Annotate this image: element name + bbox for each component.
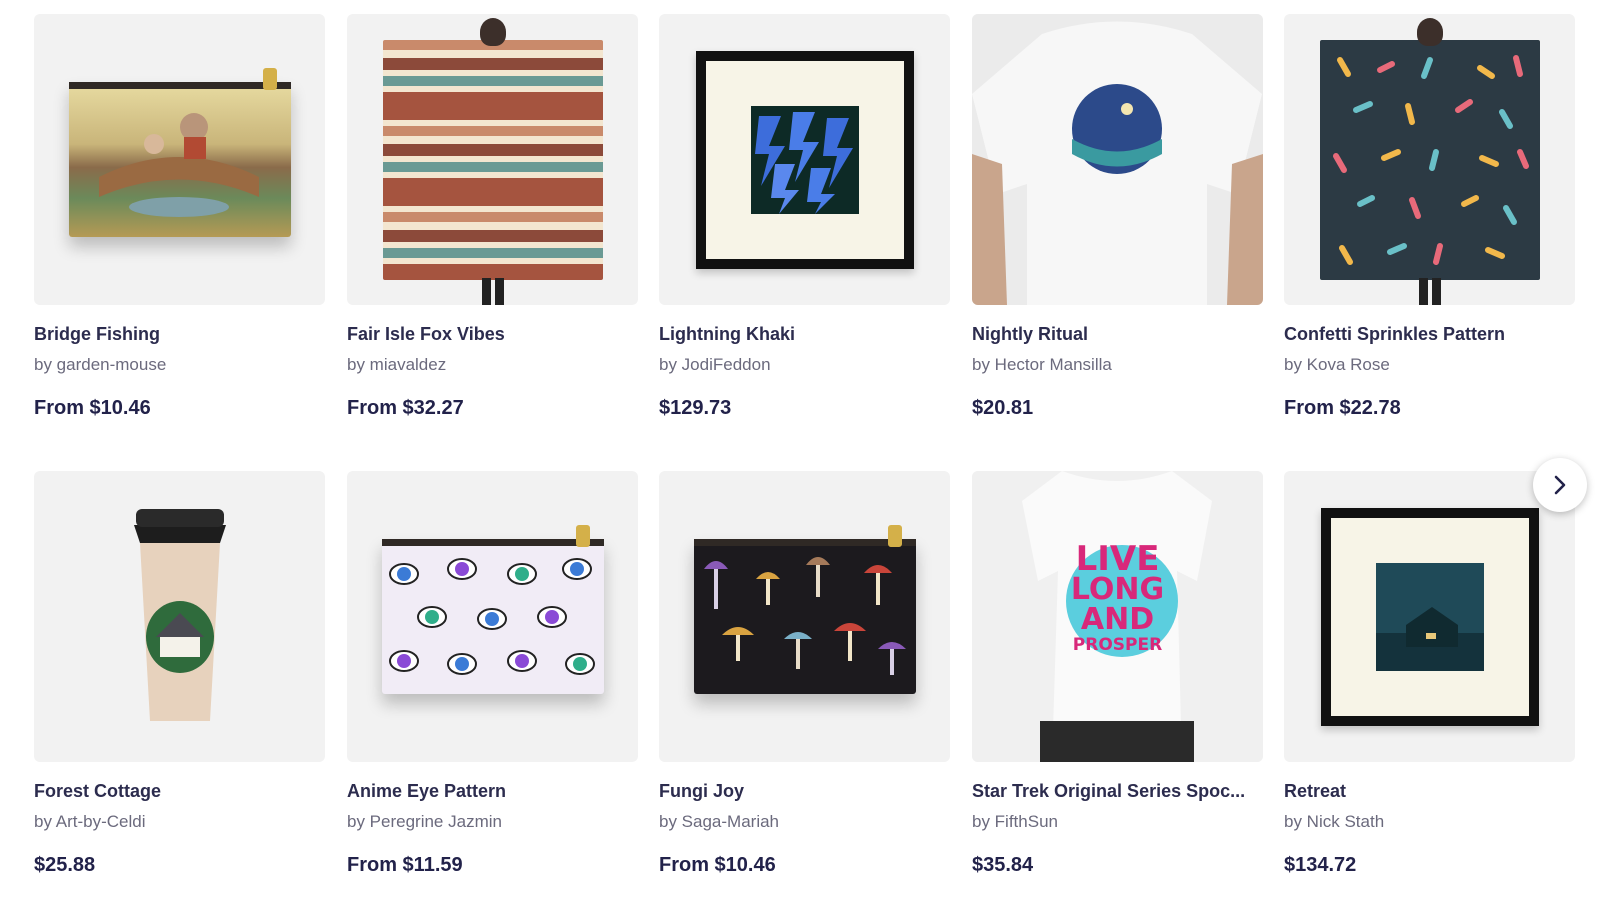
product-title[interactable]: Lightning Khaki: [659, 324, 950, 345]
product-card[interactable]: LIVE LONG AND PROSPER Star Trek Original…: [972, 471, 1263, 877]
product-artist[interactable]: by Peregrine Jazmin: [347, 812, 638, 832]
product-card[interactable]: Lightning Khaki by JodiFeddon $129.73: [659, 14, 950, 420]
product-title[interactable]: Fair Isle Fox Vibes: [347, 324, 638, 345]
product-artist[interactable]: by garden-mouse: [34, 355, 325, 375]
product-price: $129.73: [659, 397, 732, 419]
product-title[interactable]: Nightly Ritual: [972, 324, 1263, 345]
product-artist[interactable]: by Saga-Mariah: [659, 812, 950, 832]
product-grid: Bridge Fishing by garden-mouse From $10.…: [0, 0, 1600, 900]
product-card[interactable]: Anime Eye Pattern by Peregrine Jazmin Fr…: [347, 471, 638, 877]
product-image[interactable]: [659, 471, 950, 762]
product-image[interactable]: [972, 14, 1263, 305]
product-image[interactable]: [347, 471, 638, 762]
product-title[interactable]: Star Trek Original Series Spoc...: [972, 781, 1263, 802]
tshirt-print-line: PROSPER: [1072, 635, 1163, 655]
product-price: $25.88: [34, 854, 96, 876]
product-card[interactable]: Bridge Fishing by garden-mouse From $10.…: [34, 14, 325, 420]
product-image[interactable]: [34, 471, 325, 762]
product-artist[interactable]: by FifthSun: [972, 812, 1263, 832]
product-artist[interactable]: by Art-by-Celdi: [34, 812, 325, 832]
product-image[interactable]: [1284, 471, 1575, 762]
product-artist[interactable]: by Kova Rose: [1284, 355, 1575, 375]
product-image[interactable]: [659, 14, 950, 305]
product-title[interactable]: Forest Cottage: [34, 781, 325, 802]
product-card[interactable]: Fungi Joy by Saga-Mariah From $10.46: [659, 471, 950, 877]
product-image[interactable]: LIVE LONG AND PROSPER: [972, 471, 1263, 762]
product-artist[interactable]: by JodiFeddon: [659, 355, 950, 375]
product-price: From $22.78: [1284, 397, 1401, 419]
product-card[interactable]: Forest Cottage by Art-by-Celdi $25.88: [34, 471, 325, 877]
tshirt-print-line: LONG: [1070, 572, 1165, 607]
product-title[interactable]: Bridge Fishing: [34, 324, 325, 345]
tshirt-print-line: AND: [1080, 602, 1155, 637]
product-image[interactable]: [1284, 14, 1575, 305]
product-card[interactable]: Confetti Sprinkles Pattern by Kova Rose …: [1284, 14, 1575, 420]
product-card[interactable]: Fair Isle Fox Vibes by miavaldez From $3…: [347, 14, 638, 420]
product-price: From $32.27: [347, 397, 464, 419]
product-card[interactable]: Retreat by Nick Stath $134.72: [1284, 471, 1575, 877]
product-image[interactable]: [347, 14, 638, 305]
product-artist[interactable]: by miavaldez: [347, 355, 638, 375]
product-title[interactable]: Confetti Sprinkles Pattern: [1284, 324, 1575, 345]
product-title[interactable]: Anime Eye Pattern: [347, 781, 638, 802]
product-price: From $10.46: [659, 854, 776, 876]
chevron-right-icon: [1554, 475, 1566, 495]
product-price: $134.72: [1284, 854, 1357, 876]
product-card[interactable]: Nightly Ritual by Hector Mansilla $20.81: [972, 14, 1263, 420]
tshirt-print: LIVE LONG AND PROSPER: [972, 539, 1263, 655]
product-artist[interactable]: by Hector Mansilla: [972, 355, 1263, 375]
product-artist[interactable]: by Nick Stath: [1284, 812, 1575, 832]
product-price: $20.81: [972, 397, 1034, 419]
product-image[interactable]: [34, 14, 325, 305]
tshirt-print-line: LIVE: [1075, 539, 1160, 579]
product-title[interactable]: Retreat: [1284, 781, 1575, 802]
product-title[interactable]: Fungi Joy: [659, 781, 950, 802]
product-price: From $10.46: [34, 397, 151, 419]
product-price: From $11.59: [347, 854, 463, 876]
product-price: $35.84: [972, 854, 1034, 876]
carousel-next-button[interactable]: [1533, 458, 1587, 512]
